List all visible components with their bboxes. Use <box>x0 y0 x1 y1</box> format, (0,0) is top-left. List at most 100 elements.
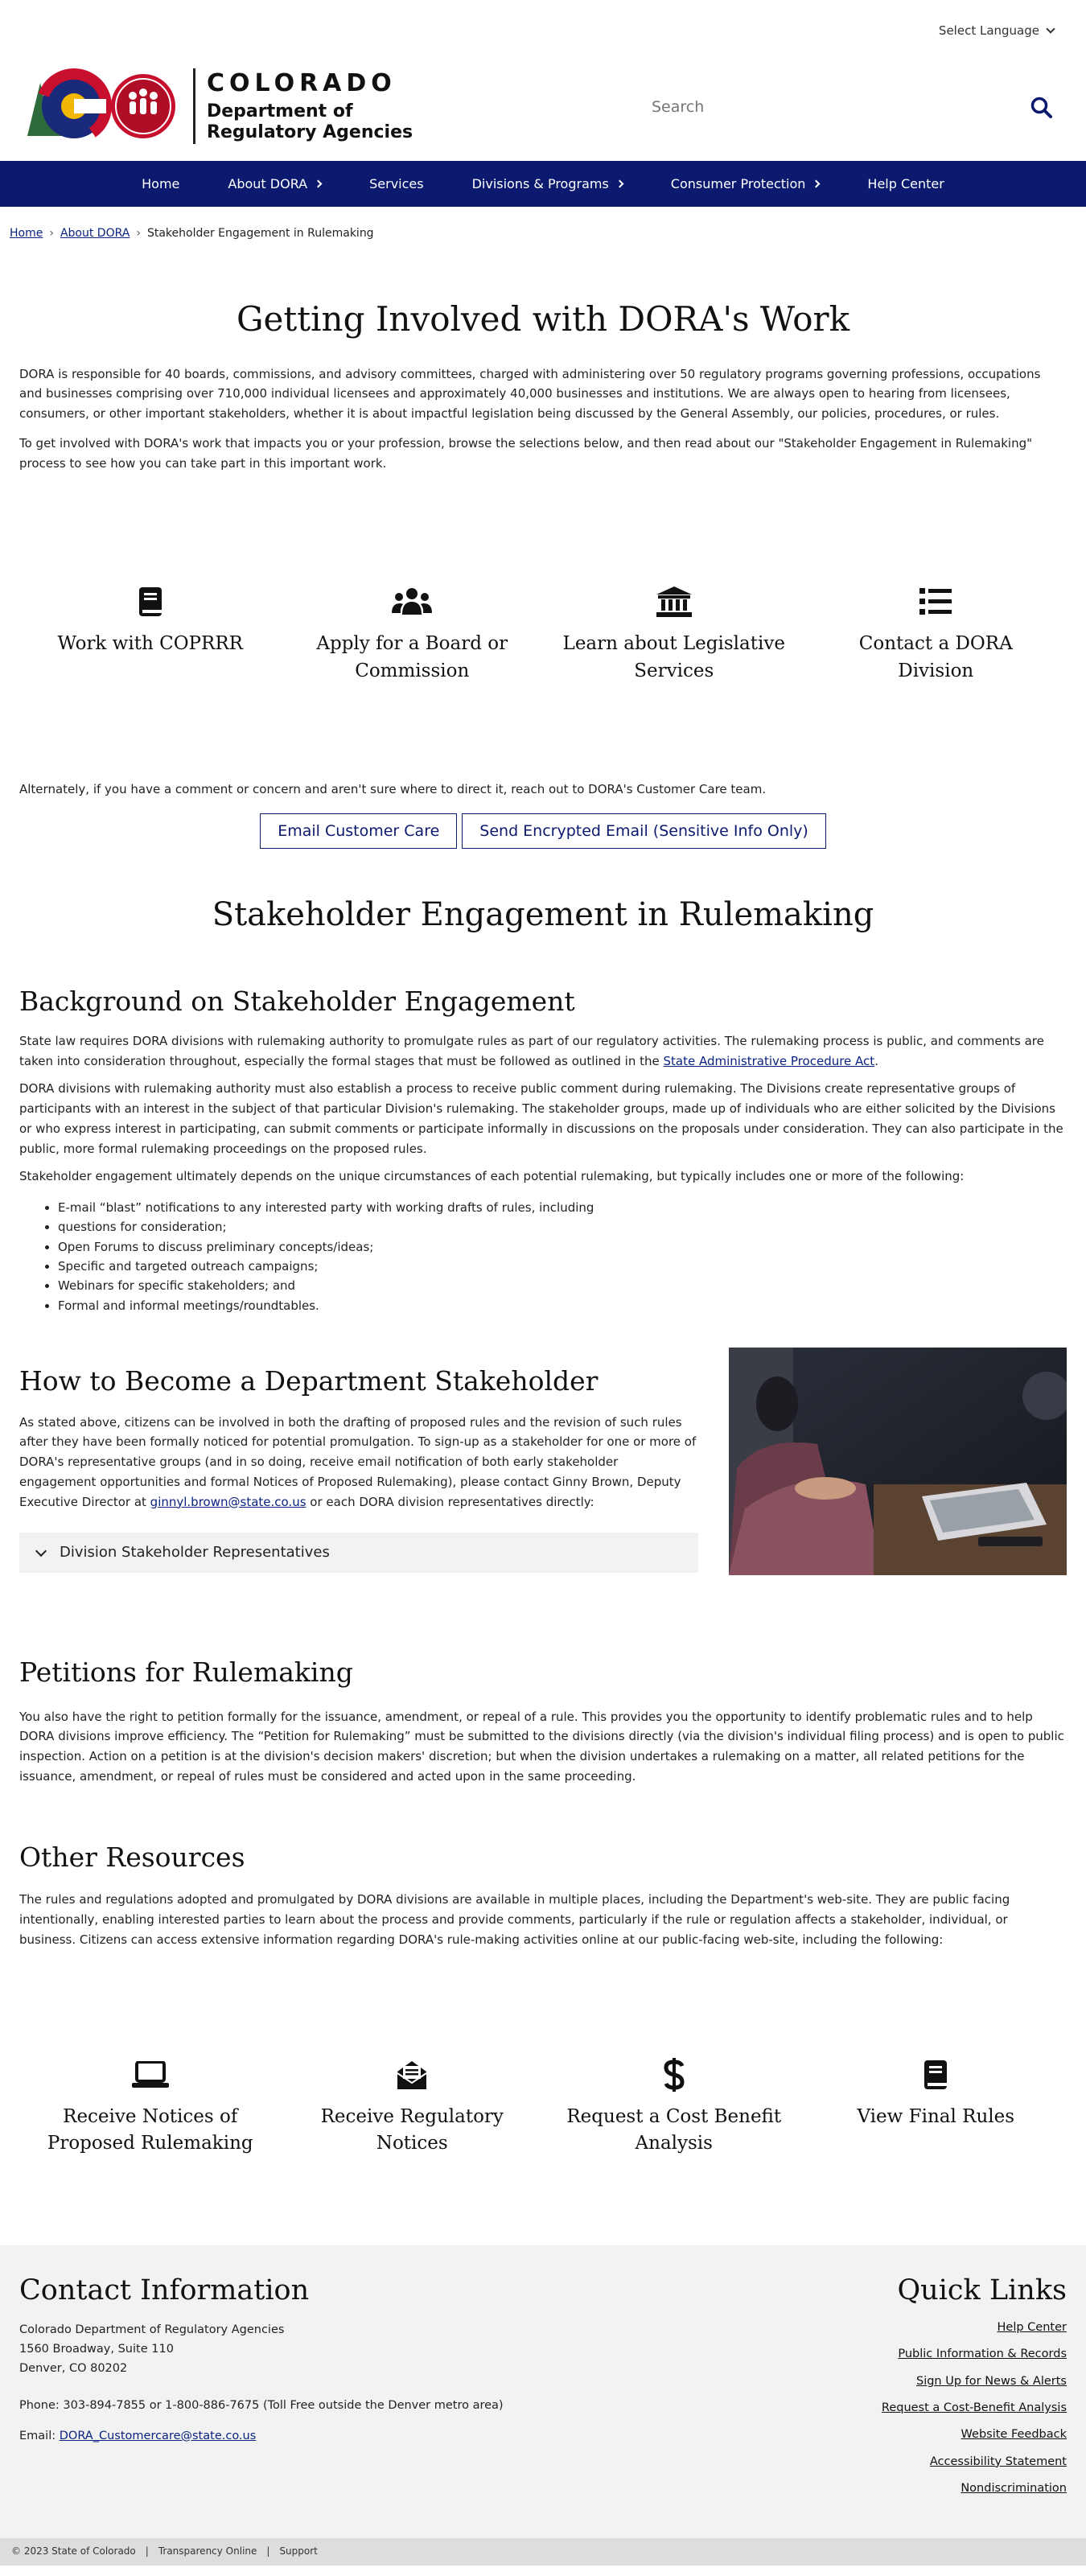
search-icon <box>1030 97 1052 118</box>
customer-care-email-link[interactable]: DORA_Customercare@state.co.us <box>60 2430 257 2442</box>
card-legislative-services[interactable]: Learn about Legislative Services <box>543 586 805 685</box>
quick-link-help-center[interactable]: Help Center <box>882 2321 1067 2335</box>
nav-item-consumer-protection[interactable]: Consumer Protection <box>647 174 844 195</box>
nav-item-home[interactable]: Home <box>117 174 204 195</box>
city-address: Denver, CO 80202 <box>19 2361 128 2375</box>
utility-bar: Select Language <box>0 0 1086 60</box>
breadcrumb-about[interactable]: About DORA <box>60 224 130 242</box>
petitions-section: Petitions for Rulemaking You also have t… <box>19 1652 1067 1787</box>
stakeholder-paragraph: As stated above, citizens can be involve… <box>19 1413 698 1512</box>
list-item: questions for consideration; <box>58 1217 1067 1237</box>
card-label: Contact a DORA Division <box>858 633 1013 681</box>
quick-link-nondiscrimination[interactable]: Nondiscrimination <box>882 2482 1067 2496</box>
quick-link-website-feedback[interactable]: Website Feedback <box>882 2428 1067 2442</box>
apa-link[interactable]: State Administrative Procedure Act <box>664 1054 875 1068</box>
book-icon <box>138 587 162 617</box>
divider: | <box>145 2545 149 2557</box>
logo-subtitle-line1: Department of <box>207 101 353 122</box>
language-selector[interactable]: Select Language <box>938 21 1055 40</box>
main-content: Getting Involved with DORA's Work DORA i… <box>0 292 1086 2157</box>
card-view-final-rules[interactable]: View Final Rules <box>805 2059 1067 2158</box>
chevron-right-icon <box>812 179 821 188</box>
text: or each DORA division representatives di… <box>306 1494 594 1509</box>
resources-paragraph: The rules and regulations adopted and pr… <box>19 1892 1010 1947</box>
send-encrypted-email-button[interactable]: Send Encrypted Email (Sensitive Info Onl… <box>462 813 826 850</box>
section-heading: Background on Stakeholder Engagement <box>19 986 575 1018</box>
logo-text: COLORADO Department of Regulatory Agenci… <box>193 68 413 144</box>
support-link[interactable]: Support <box>279 2544 317 2559</box>
card-label: View Final Rules <box>857 2105 1015 2127</box>
list-item: Specific and targeted outreach campaigns… <box>58 1257 1067 1276</box>
site-header: COLORADO Department of Regulatory Agenci… <box>0 60 1086 161</box>
search-button[interactable] <box>1030 96 1054 120</box>
language-label: Select Language <box>938 23 1039 38</box>
card-contact-division[interactable]: Contact a DORA Division <box>805 586 1067 685</box>
nav-item-about-dora[interactable]: About DORA <box>204 174 345 195</box>
phone-numbers: Phone: 303-894-7855 or 1-800-886-7675 (T… <box>19 2398 504 2412</box>
card-work-with-coprrr[interactable]: Work with COPRRR <box>19 586 282 685</box>
text: State law requires DORA divisions with r… <box>19 1033 1044 1068</box>
nav-label: Home <box>142 175 180 191</box>
list-icon <box>919 588 952 615</box>
logo-title: COLORADO <box>207 69 397 98</box>
site-logo[interactable]: COLORADO Department of Regulatory Agenci… <box>23 68 413 144</box>
intro: DORA is responsible for 40 boards, commi… <box>19 364 1067 474</box>
book-icon <box>924 2060 948 2089</box>
card-regulatory-notices[interactable]: Receive Regulatory Notices <box>282 2059 544 2158</box>
ginny-email-link[interactable]: ginnyl.brown@state.co.us <box>150 1495 306 1509</box>
quick-link-cost-benefit[interactable]: Request a Cost-Benefit Analysis <box>882 2401 1067 2415</box>
division-representatives-accordion[interactable]: Division Stakeholder Representatives <box>19 1533 698 1574</box>
resource-cards: Receive Notices of Proposed Rulemaking R… <box>19 2057 1067 2158</box>
card-label: Work with COPRRR <box>57 633 243 655</box>
nav-item-help-center[interactable]: Help Center <box>843 174 968 195</box>
envelope-open-icon <box>397 2060 427 2089</box>
breadcrumb-home[interactable]: Home <box>10 224 43 242</box>
site-footer: Contact Information Colorado Department … <box>0 2245 1086 2538</box>
footer-heading: Quick Links <box>897 2274 1067 2307</box>
colorado-dora-logo-icon <box>27 68 175 144</box>
stakeholder-section: How to Become a Department Stakeholder A… <box>19 1347 1067 1575</box>
nav-label: About DORA <box>228 175 308 191</box>
list-item: E-mail “blast” notifications to any inte… <box>58 1198 1067 1217</box>
breadcrumb-separator: › <box>49 227 54 240</box>
intro-paragraph: To get involved with DORA's work that im… <box>19 435 1033 471</box>
list-item: Open Forums to discuss preliminary conce… <box>58 1237 1067 1257</box>
section-heading: Petitions for Rulemaking <box>19 1656 353 1688</box>
street-address: 1560 Broadway, Suite 110 <box>19 2342 174 2356</box>
contact-information: Contact Information Colorado Department … <box>19 2273 504 2508</box>
engagement-list: E-mail “blast” notifications to any inte… <box>19 1198 1067 1315</box>
main-nav: Home About DORA Services Divisions & Pro… <box>0 161 1086 207</box>
page-title: Getting Involved with DORA's Work <box>236 299 850 339</box>
petitions-paragraph: You also have the right to petition form… <box>19 1709 1064 1784</box>
background-section: Background on Stakeholder Engagement Sta… <box>19 981 1067 1315</box>
chevron-down-icon <box>1046 24 1055 34</box>
background-paragraph: DORA divisions with rulemaking authority… <box>19 1081 1063 1156</box>
quick-link-public-information[interactable]: Public Information & Records <box>882 2348 1067 2361</box>
nav-item-services[interactable]: Services <box>345 174 447 195</box>
nav-label: Consumer Protection <box>670 175 806 191</box>
card-label: Request a Cost Benefit Analysis <box>566 2105 782 2154</box>
logo-subtitle-line2: Regulatory Agencies <box>207 121 413 142</box>
quick-links: Quick Links Help Center Public Informati… <box>882 2273 1067 2508</box>
chevron-right-icon <box>615 179 624 188</box>
nav-label: Divisions & Programs <box>471 175 609 191</box>
search-input[interactable] <box>627 98 1006 116</box>
quick-link-news-alerts[interactable]: Sign Up for News & Alerts <box>882 2375 1067 2389</box>
email-customer-care-button[interactable]: Email Customer Care <box>260 813 458 850</box>
card-label: Receive Regulatory Notices <box>320 2105 504 2154</box>
quick-link-accessibility[interactable]: Accessibility Statement <box>882 2455 1067 2469</box>
nav-label: Services <box>369 175 424 191</box>
landmark-icon <box>656 586 692 618</box>
list-item: Webinars for specific stakeholders; and <box>58 1276 1067 1295</box>
accordion-label: Division Stakeholder Representatives <box>60 1543 330 1561</box>
card-label: Learn about Legislative Services <box>562 633 785 681</box>
card-cost-benefit-analysis[interactable]: Request a Cost Benefit Analysis <box>543 2057 805 2158</box>
card-notices-proposed-rulemaking[interactable]: Receive Notices of Proposed Rulemaking <box>19 2059 282 2158</box>
background-paragraph: Stakeholder engagement ultimately depend… <box>19 1169 965 1184</box>
transparency-link[interactable]: Transparency Online <box>158 2544 257 2559</box>
divider: | <box>266 2545 270 2557</box>
section-heading: How to Become a Department Stakeholder <box>19 1364 599 1397</box>
card-apply-board[interactable]: Apply for a Board or Commission <box>282 586 544 685</box>
nav-item-divisions-programs[interactable]: Divisions & Programs <box>448 174 647 195</box>
bottom-bar: © 2023 State of Colorado | Transparency … <box>0 2537 1086 2566</box>
